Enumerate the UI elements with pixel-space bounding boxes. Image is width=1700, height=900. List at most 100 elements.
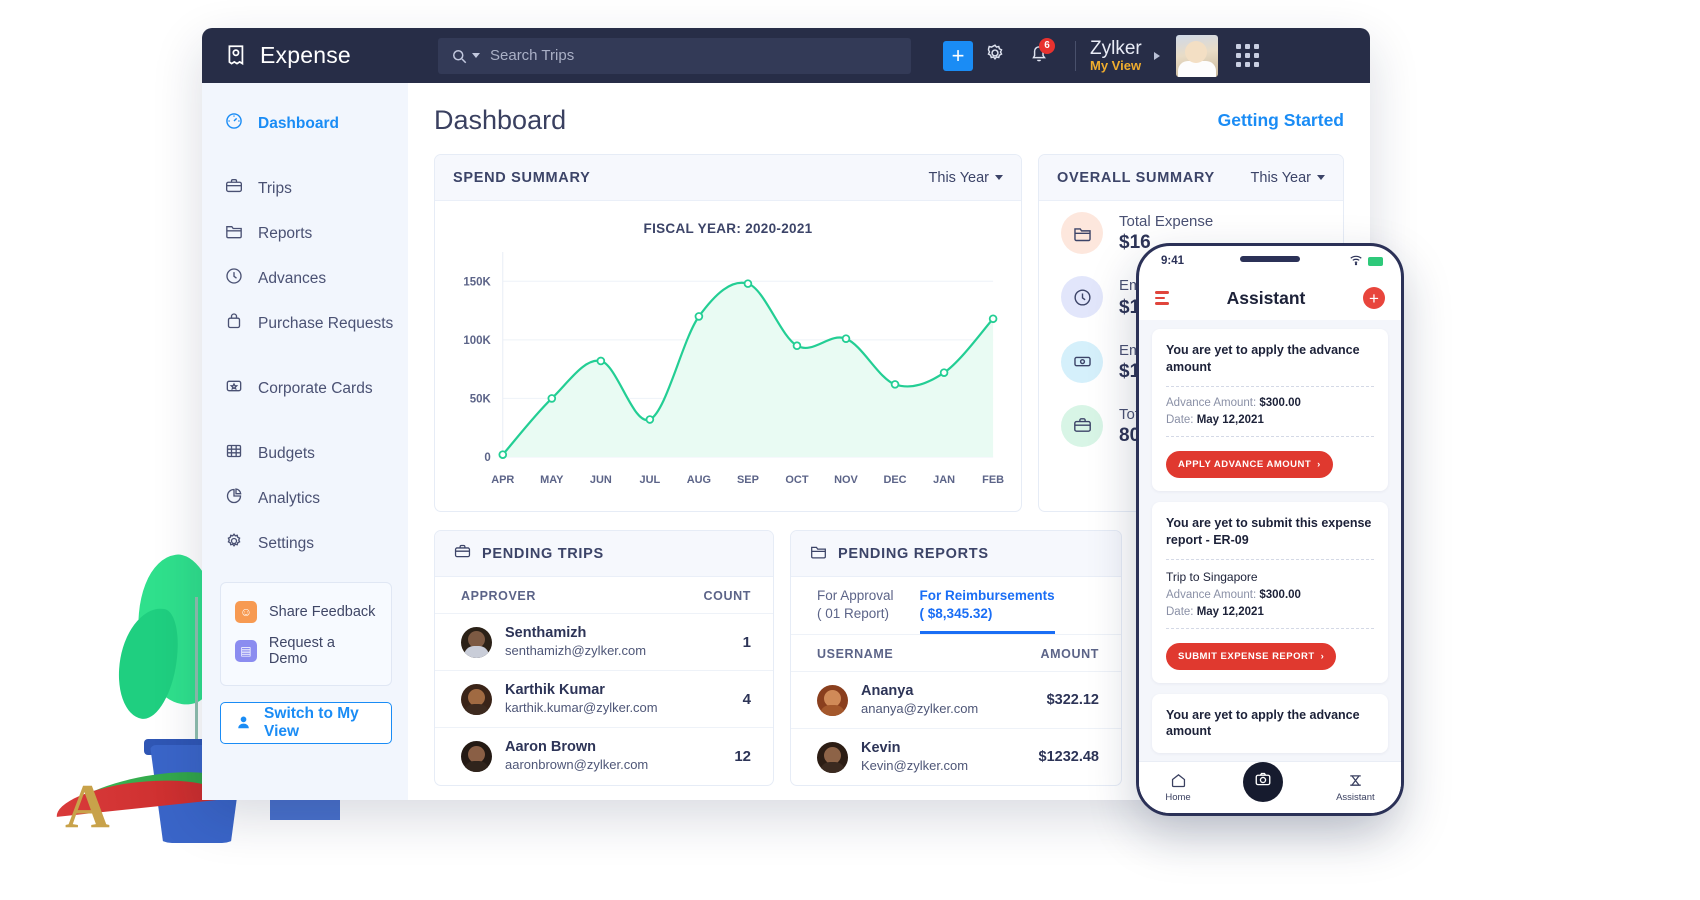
y-tick-label: 0 (484, 452, 490, 464)
briefcase-icon (224, 176, 244, 201)
search-scope-chevron-down-icon[interactable] (472, 53, 480, 58)
x-tick-label: NOV (834, 474, 858, 486)
switch-button-label: Switch to My View (264, 705, 359, 740)
x-tick-label: SEP (737, 474, 759, 486)
folder-icon (809, 542, 828, 565)
pending-trips-card: PENDING TRIPS APPROVER COUNT Senthamizh … (434, 530, 774, 787)
top-navigation-bar: Expense Search Trips + 6 Zylker My View (202, 28, 1370, 83)
chevron-down-icon (995, 175, 1003, 180)
x-tick-label: FEB (982, 474, 1004, 486)
assistant-card[interactable]: You are yet to submit this expense repor… (1152, 501, 1388, 683)
phone-screen-title: Assistant (1226, 287, 1306, 308)
column-amount: AMOUNT (1040, 647, 1099, 662)
sidebar-item-settings[interactable]: Settings (202, 521, 408, 566)
sidebar-item-analytics[interactable]: Analytics (202, 476, 408, 521)
pending-trips-table-header: APPROVER COUNT (435, 577, 773, 613)
pending-trips-header: PENDING TRIPS (435, 531, 773, 577)
overall-row-label: Total Expense (1119, 213, 1214, 230)
x-tick-label: APR (491, 474, 514, 486)
assistant-card[interactable]: You are yet to apply the advance amount (1152, 693, 1388, 754)
apply-advance-amount-button[interactable]: APPLY ADVANCE AMOUNT › (1166, 450, 1333, 478)
assistant-field: Date: May 12,2021 (1166, 606, 1374, 618)
trip-name: Trip to Singapore (1166, 569, 1258, 584)
request-demo-button[interactable]: ▤ Request a Demo (231, 629, 381, 673)
app-switcher-grid-icon[interactable] (1235, 44, 1259, 67)
approver-email: senthamizh@zylker.com (505, 643, 647, 658)
trip-count: 12 (734, 747, 751, 765)
table-row[interactable]: Karthik Kumar karthik.kumar@zylker.com 4 (435, 670, 773, 727)
menu-icon[interactable] (1155, 291, 1169, 305)
pending-trips-title: PENDING TRIPS (453, 542, 604, 565)
data-point (596, 356, 606, 366)
sidebar-item-advances[interactable]: Advances (202, 256, 408, 301)
assistant-card-list[interactable]: You are yet to apply the advance amount … (1139, 320, 1401, 809)
pending-reports-card: PENDING REPORTS For Approval ( 01 Report… (790, 530, 1122, 787)
add-button[interactable]: + (943, 40, 973, 71)
table-row[interactable]: Aaron Brown aaronbrown@zylker.com 12 (435, 727, 773, 784)
column-count: COUNT (703, 589, 751, 603)
page-header: Dashboard Getting Started (434, 105, 1344, 136)
assistant-card[interactable]: You are yet to apply the advance amount … (1152, 329, 1388, 491)
sidebar-item-purchase-requests[interactable]: Purchase Requests (202, 301, 408, 346)
fiscal-year-label: FISCAL YEAR: 2020-2021 (643, 221, 813, 236)
approver-email: karthik.kumar@zylker.com (505, 700, 658, 715)
bag-icon (224, 311, 244, 336)
chevron-right-icon[interactable] (1153, 51, 1160, 60)
sidebar-item-label: Budgets (258, 444, 315, 462)
divider (1166, 558, 1374, 560)
chevron-down-icon (1317, 175, 1325, 180)
app-logo[interactable]: Expense (224, 42, 424, 69)
abacus-icon (224, 441, 244, 466)
assistant-field: Date: May 12,2021 (1166, 414, 1374, 426)
folder-icon (224, 221, 244, 246)
button-label: APPLY ADVANCE AMOUNT (1178, 458, 1312, 470)
overall-summary-period-selector[interactable]: This Year (1251, 170, 1325, 186)
settings-button[interactable] (973, 34, 1017, 78)
sidebar-item-reports[interactable]: Reports (202, 211, 408, 256)
user-avatar[interactable] (1175, 34, 1218, 77)
nav-item-home[interactable]: Home (1165, 772, 1191, 803)
submit-expense-report-button[interactable]: SUBMIT EXPENSE REPORT › (1166, 642, 1337, 670)
nav-item-assistant[interactable]: Assistant (1336, 772, 1375, 803)
sidebar-item-budgets[interactable]: Budgets (202, 431, 408, 476)
camera-capture-button[interactable] (1243, 761, 1284, 802)
spend-summary-period-selector[interactable]: This Year (929, 170, 1003, 186)
tab-for-approval[interactable]: For Approval ( 01 Report) (817, 587, 894, 634)
x-tick-label: JUL (640, 474, 661, 486)
overall-row-value: $16 (1119, 232, 1151, 254)
user-email: Kevin@zylker.com (861, 758, 969, 774)
smiley-icon: ☺ (235, 601, 257, 623)
nav-label: Home (1165, 792, 1191, 803)
notifications-button[interactable]: 6 (1017, 34, 1061, 78)
share-feedback-button[interactable]: ☺ Share Feedback (231, 595, 381, 629)
sidebar-item-label: Advances (258, 269, 327, 287)
data-point (645, 415, 655, 424)
cash-icon (1061, 340, 1103, 383)
search-box[interactable]: Search Trips (438, 37, 911, 74)
column-username: USERNAME (817, 647, 894, 662)
data-point (890, 380, 900, 389)
sidebar-item-corporate-cards[interactable]: Corporate Cards (202, 366, 408, 411)
sidebar-item-trips[interactable]: Trips (202, 166, 408, 211)
data-point (743, 279, 753, 288)
assistant-card-title: You are yet to submit this expense repor… (1166, 515, 1372, 547)
chart-area-fill (502, 282, 994, 457)
pending-reports-title-text: PENDING REPORTS (838, 545, 989, 562)
table-row[interactable]: Ananya ananya@zylker.com $322.12 (791, 671, 1121, 728)
getting-started-link[interactable]: Getting Started (1218, 110, 1344, 131)
organization-switcher[interactable]: Zylker My View (1090, 38, 1142, 73)
phone-app-header: Assistant + (1139, 276, 1401, 320)
table-row[interactable]: Senthamizh senthamizh@zylker.com 1 (435, 613, 773, 670)
add-button[interactable]: + (1363, 287, 1385, 309)
switch-to-my-view-button[interactable]: Switch to My View (220, 702, 392, 744)
clock-icon (224, 266, 244, 291)
overall-summary-header: OVERALL SUMMARY This Year (1039, 155, 1343, 201)
tab-for-reimbursements[interactable]: For Reimbursements ( $8,345.32) (919, 587, 1055, 635)
divider (1075, 40, 1076, 71)
top-actions: + 6 Zylker My View (943, 34, 1259, 78)
table-row[interactable]: Kevin Kevin@zylker.com $1232.48 (791, 728, 1121, 785)
pie-chart-icon (224, 486, 244, 511)
sidebar-item-dashboard[interactable]: Dashboard (202, 101, 408, 146)
avatar (461, 683, 492, 715)
divider (1166, 627, 1374, 629)
